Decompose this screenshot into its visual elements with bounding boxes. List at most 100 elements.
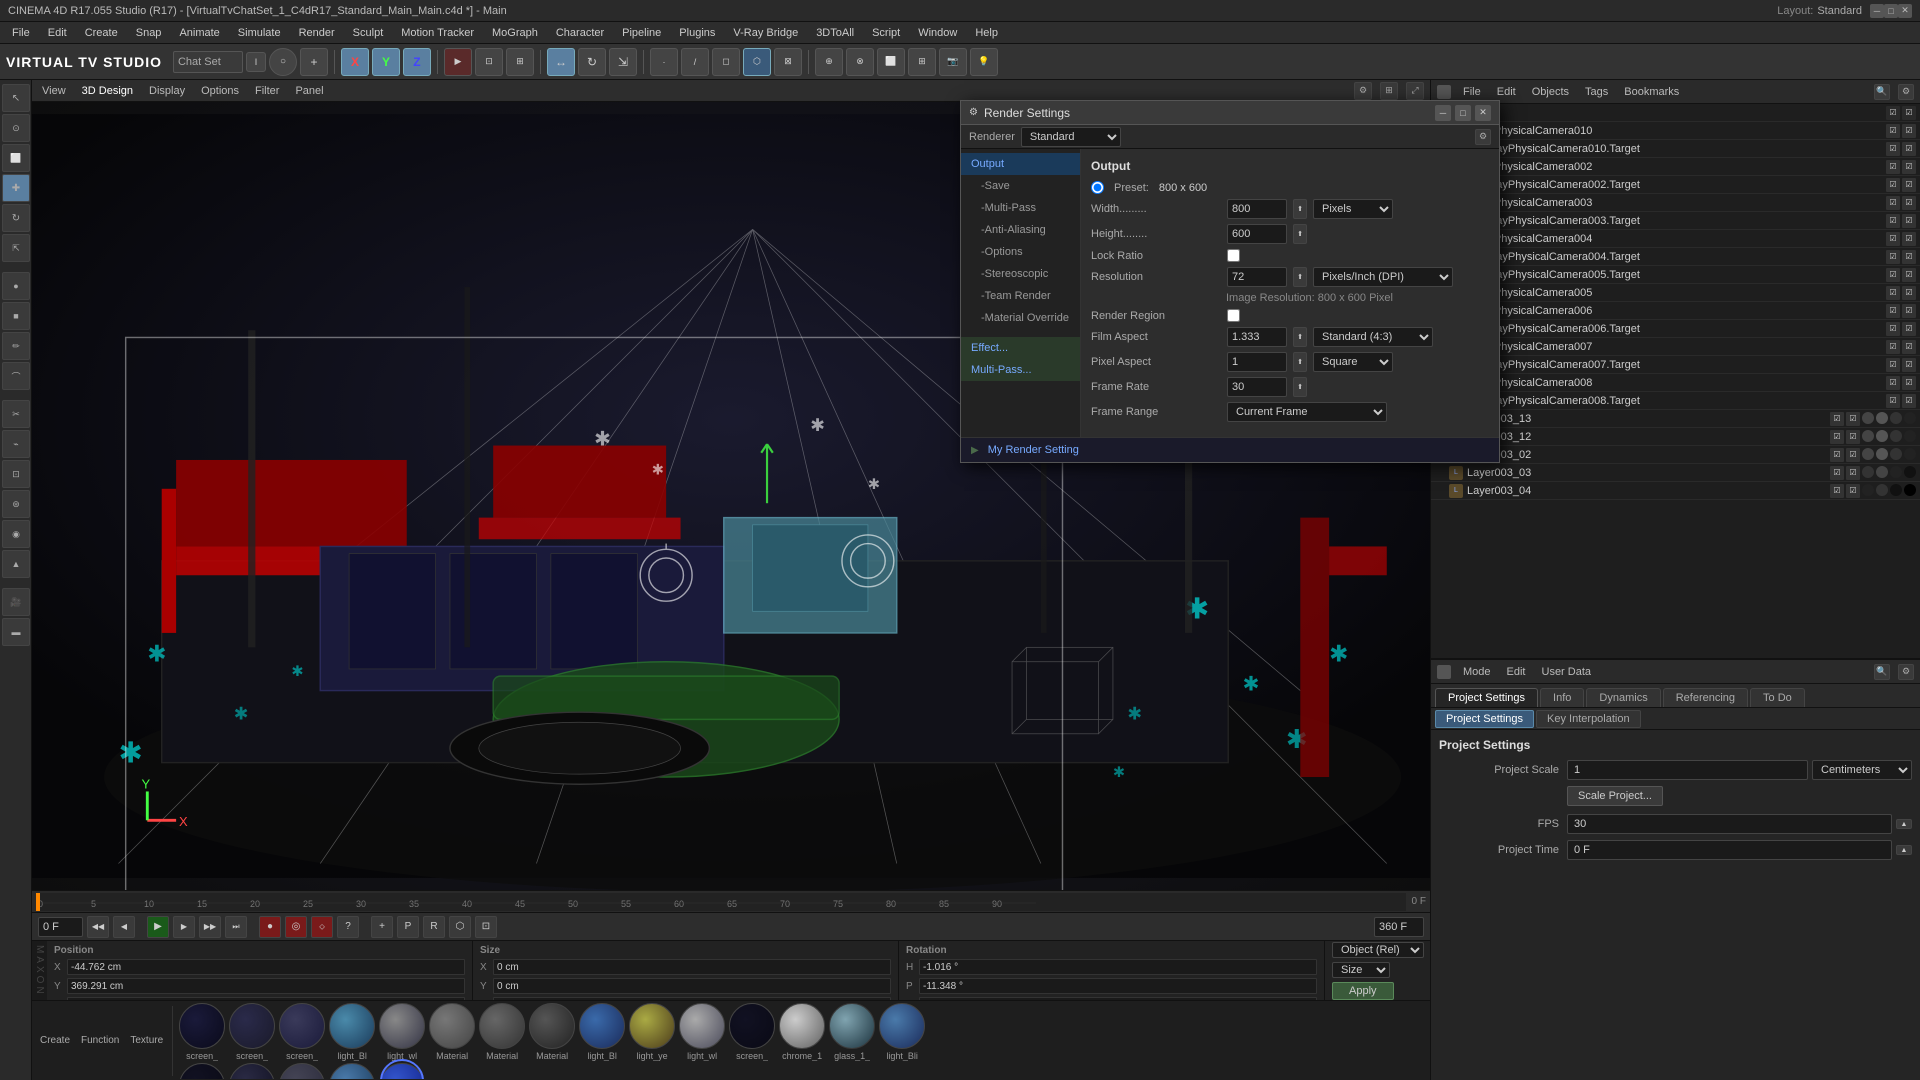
y-axis-btn[interactable]: Y [372,48,400,76]
material-item-9[interactable]: light_ye [628,1003,676,1061]
obj-row-cam003[interactable]: C VRayPhysicalCamera003 ☑☑ [1431,194,1920,212]
obj-row-cam006[interactable]: C VRayPhysicalCamera006 ☑☑ [1431,302,1920,320]
points-mode-btn[interactable]: · [650,48,678,76]
material-item-18[interactable]: light_Bl [328,1063,376,1079]
texture-mode-btn[interactable]: ⊠ [774,48,802,76]
am-menu-edit[interactable]: Edit [1503,664,1530,680]
rs-close-btn[interactable]: ✕ [1475,105,1491,121]
rs-film-aspect-input[interactable] [1227,327,1287,347]
material-item-3[interactable]: light_Bl [328,1003,376,1061]
rs-multipass-btn[interactable]: Multi-Pass... [961,359,1080,381]
spline-pen-btn[interactable]: ✏ [2,332,30,360]
vp-menu-view[interactable]: View [38,83,70,99]
rs-width-input[interactable] [1227,199,1287,219]
menu-script[interactable]: Script [864,25,908,41]
primitive-sphere-btn[interactable]: ● [2,272,30,300]
selection-btn[interactable]: ⬜ [877,48,905,76]
subtab-key-interpolation[interactable]: Key Interpolation [1536,710,1641,728]
obj-row-cam010[interactable]: C VRayPhysicalCamera010 ☑☑ [1431,122,1920,140]
vp-menu-3ddesign[interactable]: 3D Design [78,83,137,99]
anim-tool2-btn[interactable]: P [397,916,419,938]
rs-stereoscopic-item[interactable]: -Stereoscopic [961,263,1080,285]
rs-pixel-aspect-preset[interactable]: Square D1/DV NTSC [1313,352,1393,372]
anim-tool4-btn[interactable]: ⬡ [449,916,471,938]
vp-menu-panel[interactable]: Panel [291,83,327,99]
obj-row-layer03[interactable]: L Layer003_03 ☑☑ [1431,464,1920,482]
magnet-btn[interactable]: ⊛ [2,490,30,518]
material-item-14[interactable]: light_Bli [878,1003,926,1061]
frame-prev-btn[interactable]: ◀ [113,916,135,938]
tab-project-settings[interactable]: Project Settings [1435,688,1538,707]
rs-pixel-aspect-stepper[interactable]: ⬆ [1293,352,1307,372]
material-item-11[interactable]: screen_ [728,1003,776,1061]
am-menu-userdata[interactable]: User Data [1538,664,1596,680]
rs-maximize-btn[interactable]: □ [1455,105,1471,121]
z-axis-btn[interactable]: Z [403,48,431,76]
rs-width-stepper[interactable]: ⬆ [1293,199,1307,219]
polygons-mode-btn[interactable]: ◻ [712,48,740,76]
x-position-input[interactable] [67,959,465,975]
rs-height-stepper[interactable]: ⬆ [1293,224,1307,244]
menu-file[interactable]: File [4,25,38,41]
render-region-btn[interactable]: ⊡ [475,48,503,76]
bezier-btn[interactable]: ⌒ [2,362,30,390]
material-create-menu[interactable]: Create [36,1033,74,1048]
rs-config-btn[interactable]: ⚙ [1475,129,1491,145]
h-rotation-input[interactable] [919,959,1317,975]
floor-btn[interactable]: ▬ [2,618,30,646]
primitive-cube-btn[interactable]: ■ [2,302,30,330]
vp-menu-filter[interactable]: Filter [251,83,283,99]
am-config-btn[interactable]: ⚙ [1898,664,1914,680]
icon-toggle-btn[interactable]: I [246,52,266,72]
material-item-17[interactable]: screen_ [278,1063,326,1079]
material-item-7[interactable]: Material [528,1003,576,1061]
frame-next-btn[interactable]: ▶ [173,916,195,938]
subtab-project-settings[interactable]: Project Settings [1435,710,1534,728]
camera-btn[interactable]: 📷 [939,48,967,76]
menu-window[interactable]: Window [910,25,965,41]
select-tool-btn[interactable]: ↖ [2,84,30,112]
tab-info[interactable]: Info [1540,688,1584,707]
rs-multipass-item[interactable]: -Multi-Pass [961,197,1080,219]
menu-mograph[interactable]: MoGraph [484,25,546,41]
end-frame-btn[interactable]: ⏭ [225,916,247,938]
om-menu-edit[interactable]: Edit [1493,84,1520,100]
rs-material-override-item[interactable]: -Material Override [961,307,1080,329]
move-btn[interactable]: ✚ [2,174,30,202]
live-select-btn[interactable]: ⊙ [2,114,30,142]
obj-row-cam006t[interactable]: T VRayPhysicalCamera006.Target ☑☑ [1431,320,1920,338]
obj-row-cam005[interactable]: C VRayPhysicalCamera005 ☑☑ [1431,284,1920,302]
obj-row-cam002[interactable]: C VRayPhysicalCamera002 ☑☑ [1431,158,1920,176]
rs-options-item[interactable]: -Options [961,241,1080,263]
obj-row-cam010t[interactable]: T VRayPhysicalCamera010.Target ☑☑ [1431,140,1920,158]
rs-resolution-unit[interactable]: Pixels/Inch (DPI) Pixels/cm [1313,267,1453,287]
render-view-btn[interactable]: ⊞ [506,48,534,76]
material-item-0[interactable]: screen_ [178,1003,226,1061]
size-mode-select[interactable]: Size Scale [1332,962,1390,978]
rs-frame-range-select[interactable]: Current Frame All Frames Preview Range [1227,402,1387,422]
brush-btn[interactable]: ◉ [2,520,30,548]
p-rotation-input[interactable] [919,978,1317,994]
light-btn[interactable]: 💡 [970,48,998,76]
rs-frame-rate-input[interactable] [1227,377,1287,397]
viewport-fullscreen-btn[interactable]: ⤢ [1406,82,1424,100]
frame-step-prev-btn[interactable]: ◀◀ [87,916,109,938]
obj-row-layer02[interactable]: L Layer003_02 ☑☑ [1431,446,1920,464]
viewport-config-btn[interactable]: ⚙ [1354,82,1372,100]
tab-dynamics[interactable]: Dynamics [1586,688,1660,707]
grid-btn[interactable]: ⊞ [908,48,936,76]
rs-preset-radio[interactable] [1091,181,1104,194]
menu-snap[interactable]: Snap [128,25,170,41]
rotate-btn[interactable]: ↻ [2,204,30,232]
rs-pixel-aspect-input[interactable] [1227,352,1287,372]
menu-sculpt[interactable]: Sculpt [345,25,392,41]
material-item-5[interactable]: Material [428,1003,476,1061]
vp-menu-options[interactable]: Options [197,83,243,99]
fps-stepper-up[interactable]: ▲ [1896,819,1912,829]
am-menu-mode[interactable]: Mode [1459,664,1495,680]
circle-btn[interactable]: ○ [269,48,297,76]
material-item-16[interactable]: screen_ [228,1063,276,1079]
rs-width-unit[interactable]: Pixels Percent [1313,199,1393,219]
project-time-stepper[interactable]: ▲ [1896,845,1912,855]
play-btn[interactable]: ▶ [147,916,169,938]
